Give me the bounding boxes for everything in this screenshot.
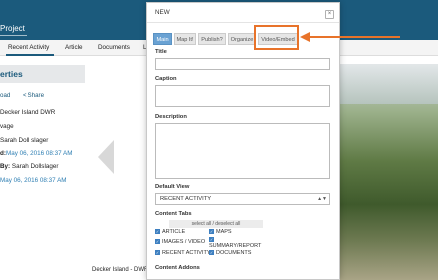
tab-main[interactable]: Main bbox=[153, 33, 172, 45]
new-item-dialog: NEW × Main Map It! Publish? Organize Vid… bbox=[146, 2, 340, 280]
checkbox-images-video[interactable]: ✓ IMAGES / VIDEO bbox=[155, 239, 205, 246]
title-label: Title bbox=[155, 49, 167, 55]
checkbox-documents[interactable]: ✓ DOCUMENTS bbox=[209, 250, 251, 257]
nav-active-indicator bbox=[6, 54, 54, 56]
checkbox-recent-activity[interactable]: ✓ RECENT ACTIVITY bbox=[155, 250, 211, 257]
property-name: Decker Island DWR bbox=[0, 109, 56, 116]
checkbox-checked-icon: ✓ bbox=[155, 250, 160, 256]
property-type: vage bbox=[0, 123, 14, 130]
property-modified: May 06, 2016 08:37 AM bbox=[0, 177, 67, 184]
checkbox-checked-icon: ✓ bbox=[209, 250, 214, 256]
caption-input[interactable] bbox=[155, 85, 330, 107]
nav-article[interactable]: Article bbox=[65, 44, 83, 51]
checkbox-article[interactable]: ✓ ARTICLE bbox=[155, 229, 185, 236]
photo-sky bbox=[340, 64, 438, 104]
default-view-label: Default View bbox=[155, 184, 190, 190]
photo-caption: Decker Island - DWR bbox=[92, 267, 149, 273]
description-input[interactable] bbox=[155, 123, 330, 179]
checkbox-checked-icon: ✓ bbox=[209, 237, 214, 243]
share-icon: < bbox=[23, 93, 27, 99]
content-addons-label: Content Addons bbox=[155, 265, 200, 271]
project-title: Project bbox=[0, 24, 25, 33]
download-button[interactable]: oad bbox=[0, 92, 10, 99]
share-button[interactable]: <Share bbox=[23, 92, 44, 99]
nav-documents[interactable]: Documents bbox=[98, 44, 130, 51]
checkbox-checked-icon: ✓ bbox=[155, 229, 160, 235]
checkbox-summary-report[interactable]: ✓ SUMMARY/REPORT bbox=[209, 237, 265, 249]
content-tabs-label: Content Tabs bbox=[155, 211, 192, 217]
title-input[interactable] bbox=[155, 58, 330, 70]
default-view-value: RECENT ACTIVITY bbox=[160, 196, 212, 202]
highlight-box bbox=[254, 25, 299, 50]
select-caret-icon: ▲▼ bbox=[317, 196, 327, 202]
dialog-header: NEW × bbox=[147, 3, 339, 23]
project-title-underline bbox=[0, 35, 27, 36]
nav-recent-activity[interactable]: Recent Activity bbox=[8, 44, 49, 51]
checkbox-maps[interactable]: ✓ MAPS bbox=[209, 229, 232, 236]
share-label: Share bbox=[27, 92, 45, 99]
dialog-title: NEW bbox=[155, 9, 170, 16]
property-owner: Sarah Doll slager bbox=[0, 137, 49, 144]
caption-label: Caption bbox=[155, 76, 177, 82]
tab-organize[interactable]: Organize bbox=[228, 33, 256, 45]
description-label: Description bbox=[155, 114, 187, 120]
property-modified-by: By: Sarah Dollslager bbox=[0, 163, 59, 170]
checkbox-checked-icon: ✓ bbox=[209, 229, 214, 235]
default-view-select[interactable]: RECENT ACTIVITY ▲▼ bbox=[155, 193, 330, 205]
tab-publish[interactable]: Publish? bbox=[198, 33, 226, 45]
annotation-arrow bbox=[308, 36, 400, 38]
previous-arrow-icon[interactable] bbox=[98, 140, 114, 174]
properties-title: erties bbox=[0, 69, 23, 79]
tab-map-it[interactable]: Map It! bbox=[174, 33, 196, 45]
property-created: d:May 06, 2016 08:37 AM bbox=[0, 150, 73, 157]
select-all-toggle[interactable]: select all / deselect all bbox=[169, 220, 263, 228]
close-icon[interactable]: × bbox=[325, 10, 334, 19]
checkbox-checked-icon: ✓ bbox=[155, 239, 160, 245]
